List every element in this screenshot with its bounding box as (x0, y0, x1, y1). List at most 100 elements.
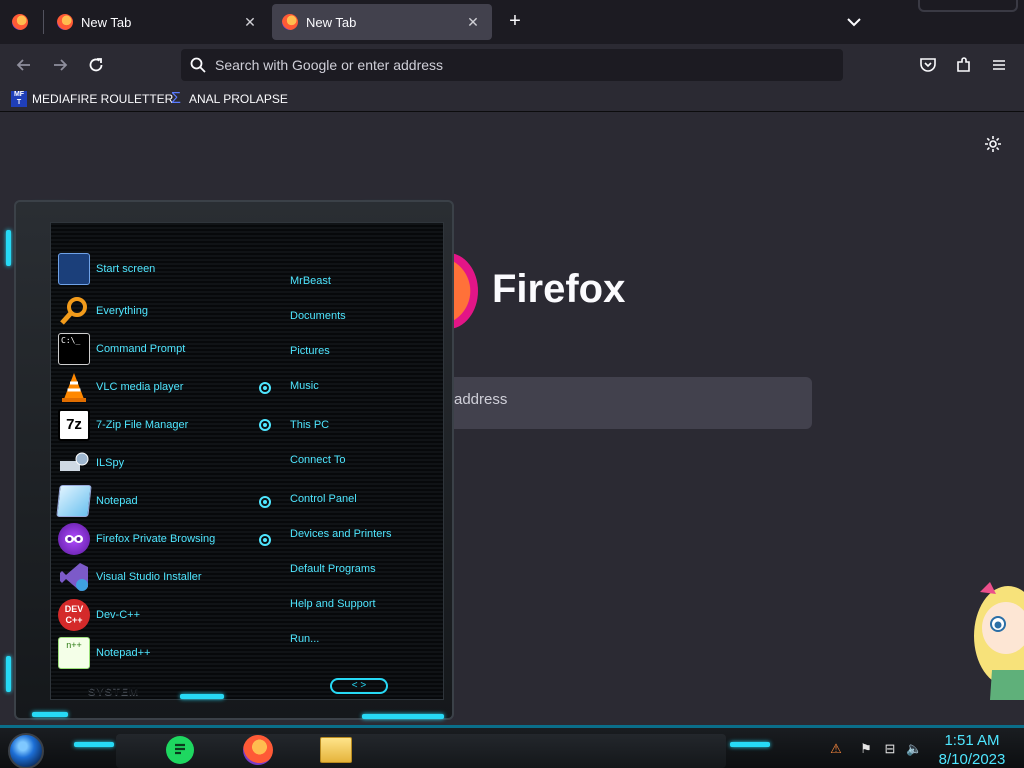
start-item-visual-studio-installer[interactable]: Visual Studio Installer (58, 561, 202, 593)
gear-icon (985, 136, 1001, 152)
start-item-label: Dev-C++ (96, 609, 141, 621)
start-item-start-screen[interactable]: Start screen (58, 253, 155, 285)
decorative-light (362, 714, 444, 719)
taskbar-notes-app[interactable] (157, 732, 203, 768)
start-item-label: Firefox Private Browsing (96, 533, 216, 545)
start-item-notepad[interactable]: Notepad (56, 485, 138, 517)
pocket-icon (920, 58, 936, 72)
jumplist-arrow-icon[interactable] (259, 534, 271, 546)
firefox-menu-icon[interactable] (12, 14, 28, 30)
close-tab-icon[interactable]: ✕ (464, 13, 482, 31)
jumplist-arrow-icon[interactable] (259, 496, 271, 508)
start-item-label: Everything (96, 305, 148, 317)
notes-app-icon (166, 736, 194, 764)
tab-list-button[interactable] (842, 10, 866, 34)
start-menu: Start screen Everything C:\_ Command Pro… (0, 200, 456, 720)
firefox-wordmark: Firefox (492, 267, 626, 311)
puzzle-piece-icon (957, 57, 970, 72)
cartoon-character-sticker (960, 574, 1024, 700)
start-right-devices-printers[interactable]: Devices and Printers (290, 528, 392, 540)
taskbar-file-explorer[interactable] (313, 732, 359, 768)
taskbar-clock[interactable]: 1:51 AM 8/10/2023 (930, 731, 1014, 768)
magnifier-icon (58, 295, 90, 327)
bookmarks-toolbar: MF T MEDIAFIRE ROULETTER Σ ANAL PROLAPSE (0, 86, 1024, 112)
jumplist-arrow-icon[interactable] (259, 382, 271, 394)
customize-settings-button[interactable] (983, 134, 1003, 154)
decorative-light (74, 742, 114, 747)
start-orb-button[interactable] (8, 733, 44, 768)
start-item-label: 7-Zip File Manager (96, 419, 189, 431)
page-search-box[interactable] (420, 377, 812, 429)
start-item-label: Visual Studio Installer (96, 571, 202, 583)
tab-new-tab-1[interactable]: New Tab ✕ (47, 4, 269, 40)
start-right-help-support[interactable]: Help and Support (290, 598, 376, 610)
reload-icon (89, 58, 103, 72)
network-icon[interactable]: ⊟ (882, 741, 898, 757)
close-tab-icon[interactable]: ✕ (241, 13, 259, 31)
start-item-vlc[interactable]: VLC media player (58, 371, 183, 403)
private-browsing-icon (58, 523, 90, 555)
7zip-icon: 7z (58, 409, 90, 441)
start-right-pictures[interactable]: Pictures (290, 345, 330, 357)
start-right-default-programs[interactable]: Default Programs (290, 563, 376, 575)
bookmark-label: ANAL PROLAPSE (189, 92, 288, 106)
start-right-documents[interactable]: Documents (290, 310, 346, 322)
start-item-label: VLC media player (96, 381, 184, 393)
forward-button[interactable] (46, 51, 74, 79)
start-right-this-pc[interactable]: This PC (290, 419, 329, 431)
address-input[interactable] (215, 57, 815, 73)
start-right-mrbeast[interactable]: MrBeast (290, 275, 331, 287)
start-menu-nav-arrows[interactable]: < > (330, 678, 388, 694)
window-decoration (918, 0, 1018, 12)
page-search-input[interactable] (454, 391, 794, 408)
back-arrow-icon (16, 59, 30, 71)
start-item-notepadpp[interactable]: n++ Notepad++ (58, 637, 150, 669)
taskbar-app-area (116, 734, 726, 768)
tab-new-tab-2[interactable]: New Tab ✕ (272, 4, 492, 40)
start-item-ilspy[interactable]: ILSpy (58, 447, 124, 479)
start-item-firefox-private[interactable]: Firefox Private Browsing (58, 523, 215, 555)
mediafire-icon: MF T (11, 91, 27, 107)
firefox-favicon-icon (57, 14, 73, 30)
notepadpp-icon: n++ (58, 637, 90, 669)
start-screen-icon (58, 253, 90, 285)
decorative-light (32, 712, 68, 717)
start-item-7zip[interactable]: 7z 7-Zip File Manager (58, 409, 188, 441)
action-center-flag-icon[interactable]: ⚑ (858, 741, 874, 757)
app-menu-button[interactable] (985, 51, 1013, 79)
chevron-down-icon (847, 18, 861, 27)
start-right-music[interactable]: Music (290, 380, 319, 392)
pocket-button[interactable] (914, 51, 942, 79)
start-right-control-panel[interactable]: Control Panel (290, 493, 357, 505)
navigation-toolbar (0, 44, 1024, 86)
clock-time: 1:51 AM (944, 732, 1000, 749)
address-bar[interactable] (181, 49, 843, 81)
volume-icon[interactable]: 🔈 (906, 741, 922, 757)
bookmark-sigma[interactable]: Σ ANAL PROLAPSE (168, 89, 288, 109)
start-item-everything[interactable]: Everything (58, 295, 148, 327)
jumplist-arrow-icon[interactable] (259, 419, 271, 431)
sigma-icon: Σ (171, 90, 181, 107)
decorative-light (6, 656, 11, 692)
extensions-button[interactable] (950, 51, 978, 79)
tab-separator (43, 10, 44, 34)
start-item-label: Start screen (96, 263, 156, 275)
bookmark-mediafire[interactable]: MF T MEDIAFIRE ROULETTER (11, 89, 173, 109)
start-item-devcpp[interactable]: DEV C++ Dev-C++ (58, 599, 140, 631)
decorative-light (6, 230, 11, 266)
clock-date: 8/10/2023 (938, 751, 1006, 768)
reload-button[interactable] (82, 51, 110, 79)
file-explorer-icon (320, 737, 352, 763)
taskbar-firefox[interactable] (235, 732, 281, 768)
forward-arrow-icon (54, 59, 68, 71)
tray-app-icon[interactable]: ⚠ (828, 741, 844, 757)
start-item-command-prompt[interactable]: C:\_ Command Prompt (58, 333, 185, 365)
start-right-connect-to[interactable]: Connect To (290, 454, 345, 466)
new-tab-button[interactable]: + (503, 10, 527, 34)
notepad-icon (56, 485, 92, 517)
back-button[interactable] (10, 51, 38, 79)
firefox-favicon-icon (282, 14, 298, 30)
start-item-label: ILSpy (96, 457, 125, 469)
visual-studio-icon (58, 561, 90, 593)
start-right-run[interactable]: Run... (290, 633, 319, 645)
